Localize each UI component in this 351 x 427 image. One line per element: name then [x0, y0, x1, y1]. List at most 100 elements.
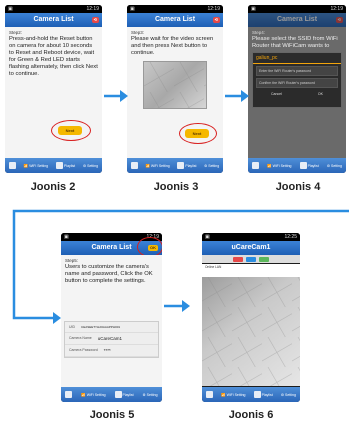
caption-joonis-2: Joonis 2 — [30, 181, 76, 193]
setting-label: Setting — [146, 392, 158, 397]
snapshot-icon[interactable] — [259, 256, 269, 262]
step-label: Step2: — [9, 30, 23, 35]
playlist-label: Playlist — [185, 163, 197, 168]
highlight-ellipse — [137, 237, 162, 257]
playlist-button[interactable]: Playlist — [114, 391, 134, 398]
wifi-setting-label: WiFi Setting — [272, 163, 292, 168]
title-bar: Camera List ⟲ — [248, 13, 346, 27]
caption-joonis-4: Joonis 4 — [275, 181, 321, 193]
setting-label: Setting — [331, 163, 342, 168]
uid-value: CEASEETYHA6AAAPPH001 — [81, 325, 121, 329]
setting-button[interactable]: ⚙ Setting — [143, 393, 158, 397]
title-text: Camera List — [154, 16, 196, 23]
settings-form: UID CEASEETYHA6AAAPPH001 Camera Name uCa… — [64, 321, 159, 358]
playlist-label: Playlist — [261, 392, 273, 397]
wifi-setting-button[interactable]: 📶 WiFi Setting — [81, 393, 105, 397]
wifi-setting-label: WiFi Setting — [86, 392, 106, 397]
camera-name-input[interactable]: uCareCam1 — [98, 336, 122, 341]
phone-screenshot-step3: ▣ 12:19 Camera List ⟲ Step3: Please wait … — [127, 5, 223, 173]
camera-name-row: Camera Name uCareCam1 — [65, 333, 158, 345]
uid-label: UID — [69, 325, 76, 329]
camera-password-label: Camera Password — [69, 348, 98, 352]
step-instructions: Press-and-hold the Reset button on camer… — [9, 36, 98, 77]
step-label: Step4: — [252, 30, 266, 35]
title-text: Camera List — [33, 16, 74, 23]
wifi-password-dialog: galiun_pc Enter the WiFi Router's passwo… — [252, 52, 342, 108]
live-video-view — [202, 277, 300, 386]
caption-joonis-6: Joonis 6 — [228, 409, 274, 421]
content-area: Step3: Please wait for the video screen … — [127, 27, 223, 158]
bottom-bar: 📶 WiFi Setting Playlist ⚙ Setting — [5, 158, 102, 173]
title-bar: Camera List ⟲ — [127, 13, 223, 27]
camera-icon[interactable] — [8, 162, 16, 169]
bottom-bar: 📶 WiFi Setting Playlist ⚙ Setting — [248, 158, 346, 173]
playlist-button[interactable]: Playlist — [56, 162, 75, 169]
phone-screenshot-live-view: ▣ 12:25 uCareCam1 Online LAN 📶 WiFi Settin… — [202, 233, 300, 402]
title-text: uCareCam1 — [231, 244, 271, 251]
uid-row: UID CEASEETYHA6AAAPPH001 — [65, 322, 158, 333]
content-area: Step5: Users to customize the camera's n… — [61, 255, 162, 387]
step-label: Step5: — [65, 258, 79, 263]
record-icon[interactable] — [233, 256, 243, 262]
camera-password-row: Camera Password **** — [65, 345, 158, 357]
status-bar: ▣ 12:19 — [5, 5, 102, 13]
camera-icon[interactable] — [65, 391, 73, 398]
setting-button[interactable]: ⚙ Setting — [281, 393, 296, 397]
camera-icon[interactable] — [252, 162, 260, 169]
status-line: Online LAN — [205, 265, 222, 269]
confirm-password-input[interactable]: Confirm the WiFi Router's password — [256, 78, 338, 88]
playlist-button[interactable]: Playlist — [177, 162, 196, 169]
caption-joonis-5: Joonis 5 — [89, 409, 135, 421]
arrow-3-to-4 — [225, 90, 249, 102]
status-info: Online LAN — [202, 264, 300, 278]
title-bar: Camera List ⟲ — [5, 13, 102, 27]
back-tag[interactable]: ⟲ — [91, 17, 99, 23]
phone-screenshot-step2: ▣ 12:19 Camera List ⟲ Step2: Press-and-ho… — [5, 5, 102, 173]
toolbar-icons — [202, 255, 300, 263]
playlist-button[interactable]: Playlist — [299, 162, 319, 169]
wifi-setting-button[interactable]: 📶 WiFi Setting — [145, 164, 169, 168]
wifi-setting-button[interactable]: 📶 WiFi Setting — [221, 393, 245, 397]
step-instructions: Please select the SSID from WiFi Router … — [252, 36, 338, 49]
dialog-title: galiun_pc — [253, 53, 341, 64]
video-preview — [143, 61, 207, 109]
phone-screenshot-step5: ▣ 12:19 Camera List OK Step5: Users to cu… — [61, 233, 162, 402]
title-text: Camera List — [276, 16, 318, 23]
phone-screenshot-step4: ▣ 12:19 Camera List ⟲ Step4: Please selec… — [248, 5, 346, 173]
back-tag[interactable]: ⟲ — [335, 17, 343, 23]
wifi-setting-button[interactable]: 📶 WiFi Setting — [24, 164, 48, 168]
arrow-5-to-6 — [164, 300, 190, 312]
arrow-2-to-3 — [104, 90, 128, 102]
dialog-buttons: Cancel OK — [253, 90, 341, 98]
wifi-setting-label: WiFi Setting — [226, 392, 246, 397]
status-bar: ▣ 12:19 — [248, 5, 346, 13]
camera-name-label: Camera Name — [69, 336, 92, 340]
camera-icon[interactable] — [206, 391, 214, 398]
bottom-bar: 📶 WiFi Setting Playlist ⚙ Setting — [202, 387, 300, 402]
audio-icon[interactable] — [246, 256, 256, 262]
bottom-bar: 📶 WiFi Setting Playlist ⚙ Setting — [61, 387, 162, 402]
ok-button[interactable]: OK — [318, 92, 323, 96]
setting-label: Setting — [285, 392, 296, 397]
highlight-ellipse — [179, 123, 217, 144]
cancel-button[interactable]: Cancel — [271, 92, 282, 96]
step-instructions: Please wait for the video screen and the… — [131, 36, 214, 56]
wifi-setting-button[interactable]: 📶 WiFi Setting — [267, 164, 291, 168]
step-label: Step3: — [131, 30, 145, 35]
setting-button[interactable]: ⚙ Setting — [204, 164, 219, 168]
wifi-setting-label: WiFi Setting — [29, 163, 49, 168]
caption-joonis-3: Joonis 3 — [153, 181, 199, 193]
content-area: Step4: Please select the SSID from WiFi … — [248, 27, 346, 158]
setting-button[interactable]: ⚙ Setting — [83, 164, 98, 168]
title-bar: uCareCam1 — [202, 241, 300, 255]
setting-button[interactable]: ⚙ Setting — [327, 164, 342, 168]
camera-password-input[interactable]: **** — [104, 348, 111, 353]
title-text: Camera List — [91, 244, 132, 251]
playlist-button[interactable]: Playlist — [253, 391, 273, 398]
wifi-setting-label: WiFi Setting — [150, 163, 170, 168]
wifi-password-input[interactable]: Enter the WiFi Router's password — [256, 66, 338, 76]
step-instructions: Users to customize the camera's name and… — [65, 264, 153, 284]
setting-label: Setting — [208, 163, 220, 168]
back-tag[interactable]: ⟲ — [212, 17, 220, 23]
camera-icon[interactable] — [130, 162, 138, 169]
